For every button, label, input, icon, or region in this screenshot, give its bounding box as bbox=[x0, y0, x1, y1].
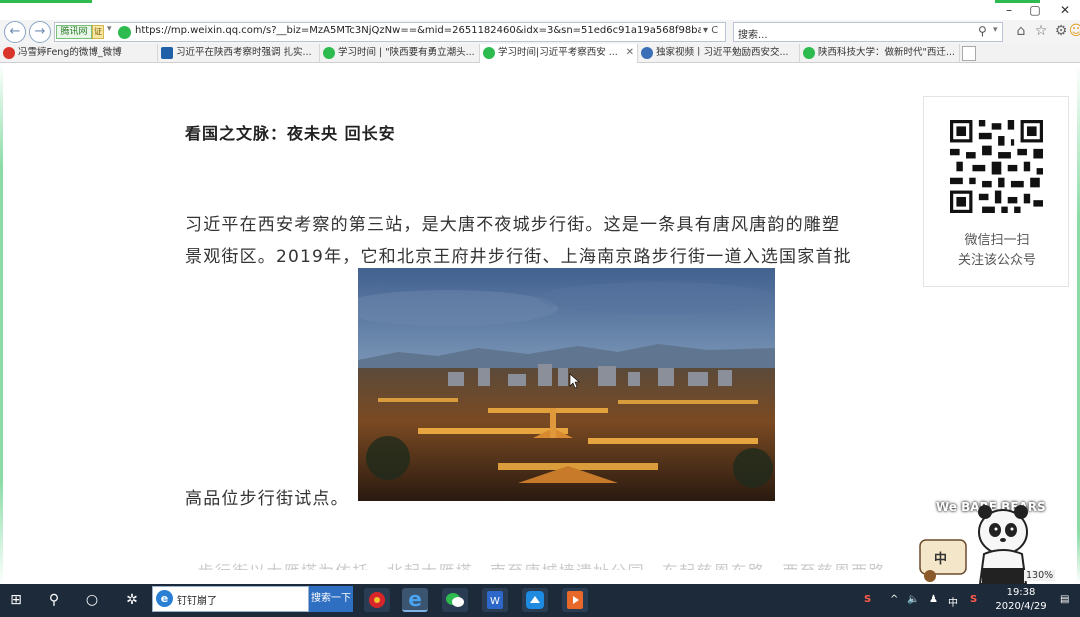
pinwheel-app-icon[interactable]: ✲ bbox=[122, 590, 142, 610]
tab-label: 学习时间 | "陕西要有勇立潮头... bbox=[338, 47, 475, 58]
tab-university[interactable]: 陕西科技大学：做新时代"西迁... bbox=[800, 44, 960, 63]
volume-icon[interactable]: 🔈 bbox=[907, 594, 919, 605]
back-button[interactable]: ← bbox=[4, 21, 26, 43]
city-night-photo bbox=[358, 268, 775, 501]
tab-video[interactable]: 独家视频丨习近平勉励西安交... bbox=[638, 44, 800, 63]
ime-sticker-label: 中 bbox=[934, 552, 948, 567]
screen: – ▢ ✕ ← → 腾讯网 证 ▾ https://mp.weixin.qq.c… bbox=[0, 0, 1080, 617]
screen-edge-glow bbox=[0, 64, 3, 584]
smiley-feedback-icon[interactable]: ☺ bbox=[1068, 23, 1080, 39]
favorites-star-icon[interactable]: ☆ bbox=[1033, 23, 1049, 39]
chevron-down-icon[interactable]: ▾ bbox=[993, 25, 998, 35]
taskbar-search-button[interactable]: 搜索一下 bbox=[309, 586, 353, 612]
search-placeholder: 搜索... bbox=[738, 30, 768, 41]
video-favicon-icon bbox=[641, 47, 653, 59]
qr-code-image[interactable] bbox=[950, 120, 1043, 213]
wechat-app-icon[interactable] bbox=[442, 588, 468, 612]
search-icon[interactable]: ⚲ bbox=[978, 24, 987, 38]
tab-study-time-1[interactable]: 学习时间 | "陕西要有勇立潮头... bbox=[320, 44, 480, 63]
tab-label: 习近平在陕西考察时强调 扎实... bbox=[176, 47, 312, 58]
wechat-favicon-icon bbox=[803, 47, 815, 59]
panda-bear-sticker bbox=[919, 505, 1028, 584]
ime-indicator[interactable]: 中 bbox=[948, 594, 958, 609]
close-window-button[interactable]: ✕ bbox=[1052, 2, 1078, 18]
notification-icon[interactable]: ▤ bbox=[1060, 594, 1069, 605]
article-paragraph-faded: · 步行街以大雁塔为依托，北起大雁塔，南至唐城墙遗址公园，东起慈恩东路，西至慈恩… bbox=[185, 558, 885, 570]
tab-study-time-active[interactable]: 学习时间|习近平考察西安 ... ✕ bbox=[480, 44, 638, 63]
ie-browser-icon[interactable]: e bbox=[402, 588, 428, 612]
home-icon[interactable]: ⌂ bbox=[1013, 23, 1029, 39]
close-tab-icon[interactable]: ✕ bbox=[626, 44, 634, 62]
minimize-button[interactable]: – bbox=[996, 2, 1022, 18]
navigation-bar: ← → 腾讯网 证 ▾ https://mp.weixin.qq.com/s?_… bbox=[0, 20, 1080, 44]
svg-text:W: W bbox=[490, 596, 500, 607]
site-badge: 腾讯网 bbox=[56, 25, 92, 39]
sogou-input-icon[interactable]: S bbox=[970, 594, 977, 605]
qr-code-card: 微信扫一扫 关注该公众号 bbox=[923, 96, 1069, 287]
window-accent bbox=[0, 0, 92, 3]
windows-taskbar: ⊞ ⚲ ○ ✲ e 钉钉崩了 搜索一下 e W S ^ 🔈 ♟ 中 S 19:3… bbox=[0, 584, 1080, 617]
maximize-button[interactable]: ▢ bbox=[1022, 2, 1048, 18]
article-paragraph-line: 习近平在西安考察的第三站，是大唐不夜城步行街。这是一条具有唐风唐韵的雕塑 bbox=[185, 215, 841, 235]
article-paragraph-line: 高品位步行街试点。 bbox=[185, 489, 349, 509]
video-player-icon[interactable] bbox=[562, 588, 588, 612]
taskbar-search-input[interactable]: e 钉钉崩了 bbox=[152, 586, 309, 612]
chevron-up-icon[interactable]: ^ bbox=[890, 594, 898, 605]
forward-arrow-icon: → bbox=[34, 24, 46, 39]
tab-label: 陕西科技大学：做新时代"西迁... bbox=[818, 47, 955, 58]
tab-weibo[interactable]: 冯雪婷Feng的微博_微博 bbox=[0, 44, 158, 63]
user-tray-icon[interactable]: ♟ bbox=[929, 594, 938, 605]
wechat-favicon-icon bbox=[118, 26, 131, 39]
chevron-down-icon[interactable]: ▾ bbox=[107, 24, 112, 34]
zoom-level[interactable]: 130% bbox=[1024, 570, 1056, 581]
ie-logo-icon: e bbox=[156, 590, 173, 607]
section-heading: 看国之文脉：夜未央 回长安 bbox=[185, 124, 396, 143]
dingtalk-app-icon[interactable] bbox=[522, 588, 548, 612]
system-clock[interactable]: 19:38 2020/4/29 bbox=[994, 586, 1048, 614]
qr-caption-follow: 关注该公众号 bbox=[957, 253, 1036, 268]
new-tab-button[interactable] bbox=[962, 46, 976, 61]
sogou-tray-icon[interactable]: S bbox=[864, 594, 871, 605]
wechat-favicon-icon bbox=[483, 47, 495, 59]
weibo-favicon-icon bbox=[3, 47, 15, 59]
news-favicon-icon bbox=[161, 47, 173, 59]
windows-start-icon[interactable]: ⊞ bbox=[6, 590, 26, 610]
tab-xinhua[interactable]: 习近平在陕西考察时强调 扎实... bbox=[158, 44, 320, 63]
tab-bar: 冯雪婷Feng的微博_微博 习近平在陕西考察时强调 扎实... 学习时间 | "… bbox=[0, 44, 1080, 63]
window-caption: – ▢ ✕ bbox=[0, 0, 1080, 20]
clock-date: 2020/4/29 bbox=[995, 601, 1047, 612]
browser-search-input[interactable]: 搜索... ⚲ ▾ bbox=[733, 22, 1003, 42]
back-arrow-icon: ← bbox=[9, 24, 21, 39]
tab-label: 学习时间|习近平考察西安 ... bbox=[498, 47, 618, 58]
cortana-circle-icon[interactable]: ○ bbox=[82, 590, 102, 610]
wps-writer-icon[interactable]: W bbox=[482, 588, 508, 612]
article-paragraph-line: 景观街区。2019年，它和北京王府井步行街、上海南京路步行街一道入选国家首批 bbox=[185, 247, 852, 267]
forward-button[interactable]: → bbox=[29, 21, 51, 43]
party-emblem-app-icon[interactable] bbox=[364, 588, 390, 612]
address-tools[interactable]: ▾ C bbox=[703, 25, 718, 36]
qr-caption-scan: 微信扫一扫 bbox=[964, 233, 1030, 248]
address-bar[interactable]: 腾讯网 证 ▾ https://mp.weixin.qq.com/s?__biz… bbox=[54, 22, 726, 42]
wechat-favicon-icon bbox=[323, 47, 335, 59]
certificate-badge[interactable]: 证 bbox=[92, 25, 104, 39]
search-icon[interactable]: ⚲ bbox=[44, 590, 64, 610]
tab-label: 冯雪婷Feng的微博_微博 bbox=[18, 47, 122, 58]
tab-label: 独家视频丨习近平勉励西安交... bbox=[656, 47, 789, 58]
url-text[interactable]: https://mp.weixin.qq.com/s?__biz=MzA5MTc… bbox=[135, 25, 701, 36]
taskbar-search-text: 钉钉崩了 bbox=[177, 596, 217, 607]
clock-time: 19:38 bbox=[1006, 587, 1036, 598]
gear-icon[interactable]: ⚙ bbox=[1053, 23, 1069, 39]
